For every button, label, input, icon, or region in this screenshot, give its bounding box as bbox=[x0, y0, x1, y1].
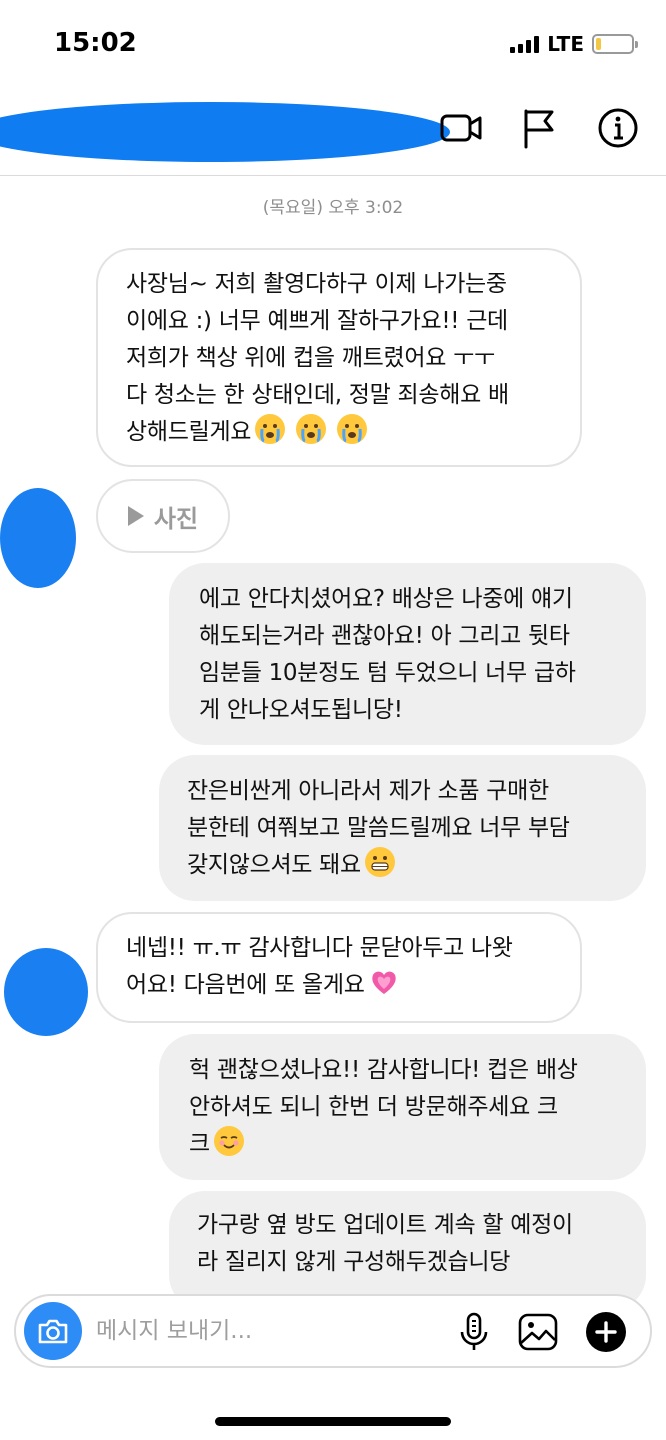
smiling-face-icon bbox=[213, 1126, 244, 1156]
video-call-icon[interactable] bbox=[438, 104, 486, 152]
crying-face-icon bbox=[251, 414, 368, 445]
crying-face-icon bbox=[255, 414, 286, 444]
message-input[interactable] bbox=[96, 1312, 426, 1350]
incoming-message[interactable]: 사장님~ 저희 촬영다하구 이제 나가는중 이에요 :) 너무 예쁘게 잘하구가… bbox=[96, 248, 582, 467]
battery-icon bbox=[592, 34, 638, 54]
message-line: 가구랑 옆 방도 업데이트 계속 할 예정이 bbox=[197, 1212, 573, 1238]
message-line: 저희가 책상 위에 컵을 깨트렸어요 ㅜㅜ bbox=[126, 345, 495, 371]
status-time: 15:02 bbox=[54, 28, 137, 58]
crying-face-icon bbox=[337, 414, 368, 444]
photo-attachment[interactable]: 사진 bbox=[96, 479, 230, 553]
gallery-icon[interactable] bbox=[516, 1310, 560, 1354]
battery-level bbox=[596, 38, 602, 50]
message-line: 이에요 :) 너무 예쁘게 잘하구가요!! 근데 bbox=[126, 308, 508, 334]
signal-icon bbox=[510, 35, 540, 53]
info-icon[interactable] bbox=[594, 104, 642, 152]
chat-header bbox=[0, 80, 666, 176]
message-line: 사장님~ 저희 촬영다하구 이제 나가는중 bbox=[126, 271, 507, 297]
message-line: 게 안나오셔도됩니당! bbox=[199, 697, 403, 723]
message-line: 다 청소는 한 상태인데, 정말 죄송해요 배 bbox=[126, 382, 509, 408]
outgoing-message[interactable]: 헉 괜찮으셨나요!! 감사합니다! 컵은 배상 안하셔도 되니 한번 더 방문해… bbox=[159, 1034, 646, 1180]
play-icon bbox=[127, 506, 144, 526]
message-line: 에고 안다치셨어요? 배상은 나중에 얘기 bbox=[199, 586, 573, 612]
avatar[interactable] bbox=[4, 948, 88, 1036]
message-line: 안하셔도 되니 한번 더 방문해주세요 크 bbox=[189, 1094, 558, 1120]
message-line: 잔은비싼게 아니라서 제가 소품 구매한 bbox=[187, 778, 549, 804]
message-line: 분한테 여쭤보고 말씀드릴께요 너무 부담 bbox=[187, 815, 570, 841]
message-line: 상해드릴게요 bbox=[126, 419, 252, 445]
incoming-message[interactable]: 네넵!! ㅠ.ㅠ 감사합니다 문닫아두고 나왓 어요! 다음번에 또 올게요 bbox=[96, 912, 582, 1023]
outgoing-message[interactable]: 잔은비싼게 아니라서 제가 소품 구매한 분한테 여쭤보고 말씀드릴께요 너무 … bbox=[159, 755, 646, 901]
message-timestamp: (목요일) 오후 3:02 bbox=[262, 198, 404, 218]
heart-icon bbox=[369, 967, 399, 997]
photo-label: 사진 bbox=[153, 504, 199, 533]
message-line: 해도되는거라 괜찮아요! 아 그리고 뒷타 bbox=[199, 623, 570, 649]
message-line: 갖지않으셔도 돼요 bbox=[187, 852, 361, 878]
flag-icon[interactable] bbox=[514, 104, 562, 152]
message-line: 헉 괜찮으셨나요!! 감사합니다! 컵은 배상 bbox=[189, 1057, 578, 1083]
add-icon[interactable] bbox=[584, 1310, 628, 1354]
message-composer bbox=[14, 1294, 652, 1368]
network-type: LTE bbox=[547, 32, 584, 56]
grimacing-face-icon bbox=[364, 847, 395, 877]
microphone-icon[interactable] bbox=[452, 1310, 496, 1354]
crying-face-icon bbox=[296, 414, 327, 444]
message-line: 어요! 다음번에 또 올게요 bbox=[126, 972, 365, 998]
message-line: 크 bbox=[189, 1131, 210, 1157]
outgoing-message[interactable]: 가구랑 옆 방도 업데이트 계속 할 예정이 라 질리지 않게 구성해두겠습니당 bbox=[169, 1191, 646, 1311]
camera-icon bbox=[38, 1319, 68, 1344]
message-line: 네넵!! ㅠ.ㅠ 감사합니다 문닫아두고 나왓 bbox=[126, 935, 513, 961]
message-line: 임분들 10분정도 텀 두었으니 너무 급하 bbox=[199, 660, 576, 686]
status-indicators: LTE bbox=[510, 32, 638, 56]
avatar[interactable] bbox=[0, 488, 76, 588]
outgoing-message[interactable]: 에고 안다치셨어요? 배상은 나중에 얘기 해도되는거라 괜찮아요! 아 그리고… bbox=[169, 563, 646, 745]
redacted-contact-name bbox=[0, 102, 450, 162]
home-indicator bbox=[215, 1417, 451, 1426]
message-line: 라 질리지 않게 구성해두겠습니당 bbox=[197, 1249, 511, 1275]
camera-button[interactable] bbox=[24, 1302, 82, 1360]
